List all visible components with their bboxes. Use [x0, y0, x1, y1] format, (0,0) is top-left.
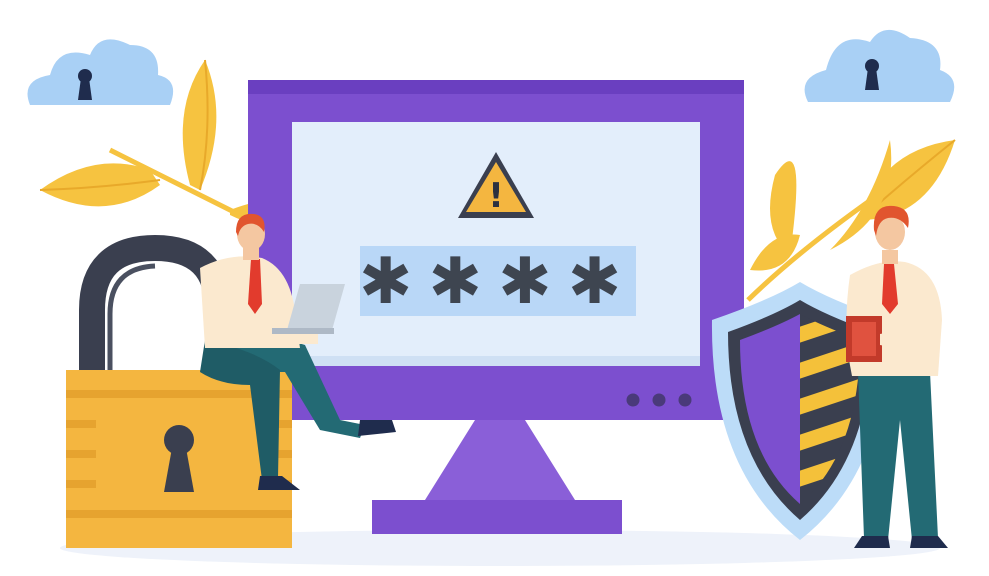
- security-scene: ! ✱✱✱✱: [27, 29, 956, 566]
- clipboard-icon: [846, 316, 882, 362]
- monitor-indicator-dot: [678, 393, 692, 407]
- cloud-lock-icon-left: [27, 39, 174, 105]
- man-with-clipboard: [846, 205, 948, 548]
- monitor-stand-neck: [425, 420, 575, 500]
- warning-symbol: !: [488, 176, 504, 216]
- monitor-indicator-dot: [626, 393, 640, 407]
- password-mask: ✱✱✱✱: [359, 245, 638, 319]
- monitor-indicator-dot: [652, 393, 666, 407]
- cloud-lock-icon-right: [804, 29, 955, 102]
- monitor-stand-base: [372, 500, 622, 534]
